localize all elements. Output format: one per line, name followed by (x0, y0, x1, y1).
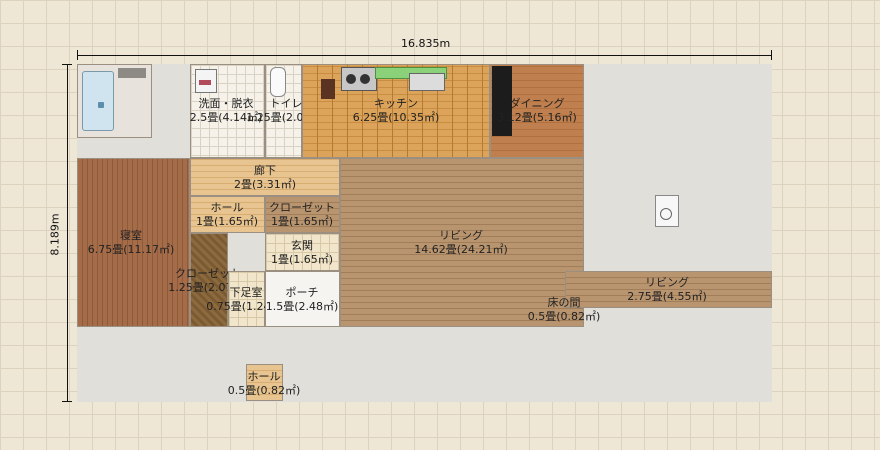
room-area-living-main: 14.62畳(24.21㎡) (414, 243, 508, 256)
height-dimension-label: 8.189m (48, 213, 62, 256)
height-dimension-tick-top (62, 64, 72, 65)
sink-icon (409, 73, 445, 91)
room-area-living-extension: 2.75畳(4.55㎡) (627, 290, 707, 303)
height-dimension-line (67, 64, 68, 402)
room-area-hall: 1畳(1.65㎡) (195, 215, 259, 228)
room-name-bedroom: 寝室 (120, 229, 142, 242)
room-area-bedroom: 6.75畳(11.17㎡) (87, 243, 175, 256)
room-area-hall-lower: 0.5畳(0.82㎡) (227, 384, 301, 397)
room-name-dining: ダイニング (509, 97, 565, 110)
width-dimension-label: 16.835m (401, 37, 451, 50)
room-area-alcove: 0.5畳(0.82㎡) (527, 310, 601, 323)
room-area-dining: 3.12畳(5.16㎡) (497, 111, 577, 124)
shoe-room[interactable] (228, 271, 265, 327)
washing-machine-icon (195, 69, 217, 93)
room-name-kitchen: キッチン (374, 97, 418, 110)
porch[interactable] (265, 271, 340, 327)
height-dimension-tick-bottom (62, 401, 72, 402)
width-dimension-tick-left (77, 50, 78, 60)
bathtub-icon (82, 71, 114, 131)
stove-icon (341, 67, 377, 91)
toilet-fixture-icon[interactable] (655, 195, 679, 227)
room-name-washroom: 洗面・脱衣 (198, 97, 254, 110)
room-name-toilet: トイレ (269, 97, 303, 110)
bathroom[interactable] (77, 64, 152, 138)
room-name-porch: ポーチ (285, 286, 319, 299)
room-name-hall-lower: ホール (247, 370, 281, 383)
toilet-icon (270, 67, 286, 97)
room-name-living-main: リビング (439, 229, 483, 242)
room-name-hallway: 廊下 (254, 164, 276, 177)
room-name-shoe-room: 下足室 (229, 286, 263, 299)
room-name-closet-upper: クローゼット (269, 201, 335, 214)
room-area-entrance: 1畳(1.65㎡) (270, 253, 334, 266)
room-area-kitchen: 6.25畳(10.35㎡) (352, 111, 440, 124)
room-area-hallway: 2畳(3.31㎡) (233, 178, 297, 191)
room-name-entrance: 玄関 (291, 239, 313, 252)
width-dimension-tick-right (771, 50, 772, 60)
room-area-porch: 1.5畳(2.48㎡) (265, 300, 339, 313)
room-name-alcove: 床の間 (547, 296, 581, 309)
kitchen-trash-icon (321, 79, 335, 99)
room-name-living-extension: リビング (645, 276, 689, 289)
room-area-closet-upper: 1畳(1.65㎡) (270, 215, 334, 228)
shower-icon (118, 68, 146, 78)
width-dimension-line (77, 55, 772, 56)
room-name-hall: ホール (210, 201, 244, 214)
